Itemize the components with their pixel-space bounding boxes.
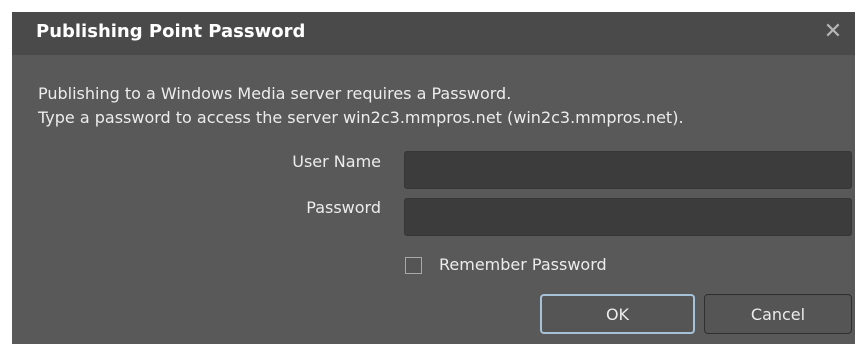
password-label: Password <box>306 198 381 217</box>
remember-password-label[interactable]: Remember Password <box>439 255 607 274</box>
remember-password-checkbox[interactable] <box>405 257 422 274</box>
user-name-label: User Name <box>292 152 381 171</box>
ok-button[interactable]: OK <box>540 294 695 334</box>
cancel-button[interactable]: Cancel <box>704 294 852 334</box>
close-icon[interactable]: ✕ <box>821 20 845 44</box>
message-line-2: Type a password to access the server win… <box>38 108 684 127</box>
dialog-title: Publishing Point Password <box>36 21 306 42</box>
dialog-titlebar: Publishing Point Password ✕ <box>12 12 855 55</box>
password-dialog: Publishing Point Password ✕ Publishing t… <box>12 12 855 344</box>
user-name-input[interactable] <box>404 151 852 189</box>
message-line-1: Publishing to a Windows Media server req… <box>38 84 512 103</box>
password-input[interactable] <box>404 198 852 236</box>
